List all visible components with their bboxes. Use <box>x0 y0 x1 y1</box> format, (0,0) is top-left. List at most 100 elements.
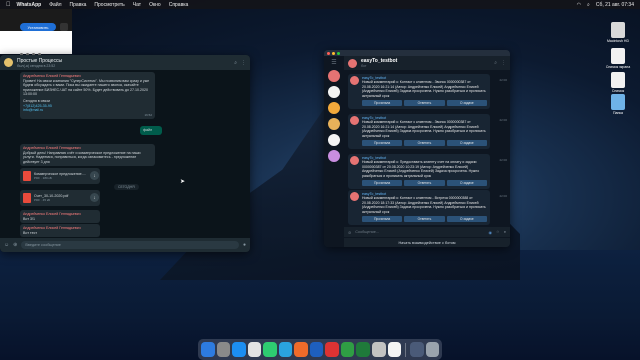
message-bubble[interactable]: Андрейченко Елисей Геннадьевич Привет! Н… <box>20 72 155 120</box>
chat-avatar[interactable] <box>328 134 340 146</box>
launchpad-icon[interactable] <box>216 342 231 357</box>
file-attachment[interactable]: Счет_30-10-2020.pdf PDF · 45 кБ <box>20 190 100 206</box>
attach-icon[interactable]: ⊕ <box>13 242 17 248</box>
chrome-icon[interactable] <box>247 342 262 357</box>
search-icon[interactable]: ⌕ <box>494 60 497 66</box>
menu-item-view[interactable]: Просмотреть <box>94 2 124 8</box>
task-button[interactable]: О задаче <box>446 140 487 147</box>
numbers-icon[interactable] <box>356 342 371 357</box>
clock-text[interactable]: Сб, 21 авг. 07:34 <box>596 2 634 8</box>
menu-item-chat[interactable]: Чат <box>133 2 141 8</box>
excel-icon[interactable] <box>340 342 355 357</box>
dock-separator <box>405 342 407 357</box>
finder-icon[interactable] <box>201 342 215 357</box>
telegram-folder-sidebar: ☰ <box>324 56 344 247</box>
install-button-label: Установить <box>27 24 49 30</box>
message-bubble[interactable]: Андрейченко Елисей Геннадьевич Вот 3!1 <box>20 210 100 224</box>
document-icon <box>611 72 625 88</box>
task-button[interactable]: О задаче <box>446 100 487 107</box>
bot-message[interactable]: easyTo_testbot Новый комментарий к: Конт… <box>348 190 490 226</box>
bot-message[interactable]: easyTo_testbot Новый комментарий к: Конт… <box>348 114 490 150</box>
desktop-icon-folder[interactable]: Папка <box>598 94 638 115</box>
bot-message-text: Новый комментарий к: Предоставить клиент… <box>362 160 480 178</box>
menu-item-window[interactable]: Окно <box>149 2 161 8</box>
emoji-icon[interactable]: ☺ <box>4 242 9 248</box>
bot-message[interactable]: easyTo_testbot Новый комментарий к: Пред… <box>348 154 490 190</box>
more-icon[interactable]: ⋮ <box>501 60 506 66</box>
read-button[interactable]: Прочитала <box>362 216 403 223</box>
desktop-icon-snapshot[interactable]: Снимок <box>598 72 638 93</box>
reply-button[interactable]: Ответить <box>404 180 445 187</box>
search-icon[interactable]: ⌕ <box>234 60 237 66</box>
message-bubble[interactable]: Андрейченко Елисей Геннадьевич Вот тест <box>20 224 100 238</box>
menu-item-edit[interactable]: Правка <box>70 2 87 8</box>
start-bot-button[interactable]: Начать взаимодействие с ботом <box>344 237 510 247</box>
downloads-icon[interactable] <box>410 342 424 357</box>
reply-button[interactable]: Ответить <box>404 100 445 107</box>
panel-settings-icon[interactable] <box>60 23 68 31</box>
menu-app-name[interactable]: WhatsApp <box>17 2 42 8</box>
more-icon[interactable]: ⋮ <box>241 60 246 66</box>
bot-avatar <box>350 116 359 125</box>
calendar-icon[interactable] <box>387 342 402 357</box>
mic-icon[interactable]: ● <box>243 242 246 248</box>
minimize-icon[interactable] <box>332 51 335 55</box>
message-input[interactable]: Сообщение... <box>355 230 484 234</box>
trash-icon[interactable] <box>425 342 440 357</box>
whatsapp-messages[interactable]: Андрейченко Елисей Геннадьевич Привет! Н… <box>0 70 250 238</box>
desktop-icon-hd[interactable]: Macintosh HD <box>598 22 638 43</box>
menu-item-help[interactable]: Справка <box>169 2 189 8</box>
close-icon[interactable] <box>327 51 330 55</box>
search-icon[interactable]: ⌕ <box>587 2 590 8</box>
chat-avatar[interactable] <box>328 86 340 98</box>
message-mail[interactable]: info@mail.ru <box>23 108 152 113</box>
contact-name: Простые Процессы <box>17 57 63 64</box>
emoji-icon[interactable]: ☺ <box>496 230 500 234</box>
reply-button[interactable]: Ответить <box>404 216 445 223</box>
download-icon[interactable]: ↓ <box>90 171 99 180</box>
whatsapp-chat-header[interactable]: Простые Процессы был(-а) сегодня в 23:52… <box>0 55 250 70</box>
install-button[interactable]: Установить <box>20 23 56 31</box>
download-icon[interactable]: ↓ <box>90 193 99 202</box>
read-button[interactable]: Прочитала <box>362 140 403 147</box>
telegram-icon[interactable] <box>278 342 293 357</box>
bot-commands-icon[interactable]: ◉ <box>488 230 491 235</box>
date-chip: СЕГОДНЯ <box>114 184 139 190</box>
chat-avatar[interactable] <box>328 102 340 114</box>
contact-avatar[interactable] <box>4 58 13 67</box>
reply-button[interactable]: Ответить <box>404 140 445 147</box>
mic-icon[interactable]: ● <box>504 230 506 234</box>
whatsapp-icon[interactable] <box>263 342 277 357</box>
chat-avatar[interactable] <box>328 150 340 162</box>
menu-icon[interactable]: ☰ <box>324 59 344 66</box>
read-button[interactable]: Прочитала <box>362 100 403 107</box>
desktop-icon-screenshot[interactable]: Снимок экрана <box>598 48 638 69</box>
hard-drive-icon <box>611 22 625 38</box>
app-icon[interactable] <box>325 342 339 357</box>
task-button[interactable]: О задаче <box>446 180 487 187</box>
wifi-icon[interactable]: ◠ <box>577 2 581 8</box>
contact-status: был(-а) сегодня в 23:52 <box>17 63 56 68</box>
task-button[interactable]: О задаче <box>446 216 487 223</box>
zoom-app-icon[interactable] <box>309 342 324 357</box>
message-input[interactable]: Введите сообщение <box>21 241 239 249</box>
apple-icon[interactable]:  <box>6 2 11 8</box>
system-preferences-icon[interactable] <box>372 342 386 357</box>
message-bubble[interactable]: Андрейченко Елисей Геннадьевич Добрый де… <box>20 144 155 167</box>
menu-item-file[interactable]: Файл <box>49 2 61 8</box>
message-bubble-out[interactable]: файл <box>140 126 162 135</box>
attach-icon[interactable]: ⊘ <box>348 230 351 235</box>
cursor-icon: ➤ <box>180 179 186 185</box>
read-button[interactable]: Прочитала <box>362 180 403 187</box>
telegram-chat-header[interactable]: easyTo_testbot бот ⌕ ⋮ <box>344 56 510 70</box>
bot-avatar <box>350 76 359 85</box>
bot-avatar[interactable] <box>348 58 357 68</box>
bot-message[interactable]: easyTo_testbot Новый комментарий к: Конт… <box>348 74 490 110</box>
chat-avatar[interactable] <box>328 70 340 82</box>
zoom-icon[interactable] <box>337 51 340 55</box>
safari-icon[interactable] <box>232 342 246 357</box>
chat-avatar[interactable] <box>328 118 340 130</box>
folder-icon <box>611 94 625 110</box>
app-icon[interactable] <box>294 342 308 357</box>
file-attachment[interactable]: Коммерческое предложение.... PDF · 180 к… <box>20 168 100 184</box>
